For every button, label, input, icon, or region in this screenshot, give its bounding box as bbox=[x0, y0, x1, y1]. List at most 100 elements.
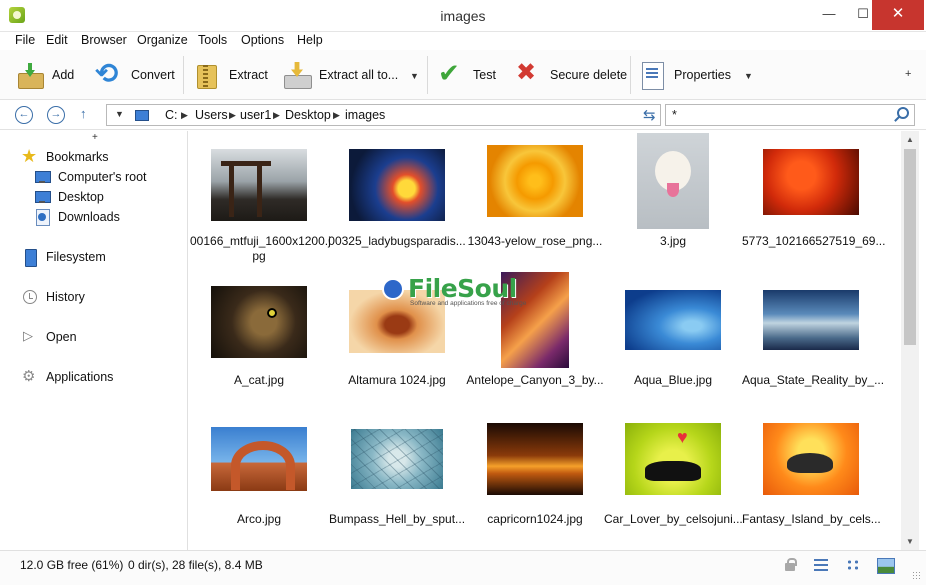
thumbnail-image bbox=[487, 145, 583, 217]
file-item[interactable]: 3.jpg bbox=[604, 131, 742, 271]
secure-delete-label: Secure delete bbox=[550, 68, 628, 82]
filter-input[interactable]: * bbox=[665, 104, 915, 126]
filesoul-watermark: FileSoul Software and applications free … bbox=[382, 274, 542, 307]
desktop-icon bbox=[34, 189, 51, 205]
toolbar-divider bbox=[427, 56, 428, 94]
breadcrumb-drive[interactable]: C: bbox=[165, 108, 178, 122]
file-item[interactable]: 5773_102166527519_69... bbox=[742, 131, 886, 271]
extract-all-button[interactable]: Extract all to... bbox=[283, 58, 398, 92]
file-name: Bumpass_Hell_by_sput... bbox=[328, 512, 466, 526]
breadcrumb-images[interactable]: images bbox=[345, 108, 385, 122]
star-icon bbox=[21, 146, 38, 167]
toolbar-more-button[interactable]: + bbox=[905, 68, 911, 80]
file-name: 00166_mtfuji_1600x1200.j pg bbox=[190, 234, 331, 263]
sidebar-expand-button[interactable]: + bbox=[92, 132, 98, 143]
convert-button[interactable]: Convert bbox=[95, 57, 175, 92]
menu-file[interactable]: File bbox=[15, 33, 35, 47]
path-history-dropdown-icon[interactable]: ▼ bbox=[115, 109, 124, 119]
sidebar-item-applications[interactable]: Applications bbox=[22, 367, 113, 385]
extract-button[interactable]: Extract bbox=[193, 58, 268, 92]
open-triangle-icon bbox=[22, 328, 38, 345]
sidebar-item-computers-root[interactable]: Computer's root bbox=[34, 169, 147, 185]
menu-options[interactable]: Options bbox=[241, 33, 284, 47]
add-button[interactable]: Add bbox=[16, 58, 74, 92]
sidebar-item-label: Open bbox=[46, 330, 77, 344]
thumbnail-image bbox=[349, 149, 445, 221]
sidebar-item-label: Filesystem bbox=[46, 250, 106, 264]
file-item[interactable]: A_cat.jpg bbox=[190, 271, 328, 411]
sidebar-item-history[interactable]: History bbox=[22, 289, 85, 305]
watermark-text: FileSoul bbox=[408, 274, 517, 303]
up-arrow-icon[interactable]: ↑ bbox=[80, 106, 87, 121]
file-item[interactable]: Car_Lover_by_celsojuni... bbox=[604, 411, 743, 551]
zip-folder-icon bbox=[193, 61, 221, 89]
menu-edit[interactable]: Edit bbox=[46, 33, 68, 47]
sidebar-item-filesystem[interactable]: Filesystem bbox=[22, 249, 106, 267]
address-bar: ← → ↑ ▼ C: ▶ Users ▶ user1 ▶ Desktop ▶ i… bbox=[0, 100, 926, 130]
properties-dropdown-icon[interactable]: ▼ bbox=[744, 71, 753, 81]
toolbar-divider bbox=[183, 56, 184, 94]
secure-delete-button[interactable]: Secure delete bbox=[514, 58, 627, 92]
navigation-sidebar: + Bookmarks Computer's root Desktop Down… bbox=[0, 131, 188, 550]
file-item[interactable]: 00325_ladybugsparadis... bbox=[328, 131, 466, 271]
sidebar-item-downloads[interactable]: Downloads bbox=[34, 209, 120, 226]
thumbnail-view-icon[interactable] bbox=[877, 558, 895, 574]
file-item[interactable]: Aqua_State_Reality_by_... bbox=[742, 271, 884, 411]
menu-help[interactable]: Help bbox=[297, 33, 323, 47]
menu-organize[interactable]: Organize bbox=[137, 33, 188, 47]
path-field[interactable]: ▼ C: ▶ Users ▶ user1 ▶ Desktop ▶ images … bbox=[106, 104, 661, 126]
extract-all-dropdown-icon[interactable]: ▼ bbox=[410, 71, 419, 81]
file-name: Car_Lover_by_celsojuni... bbox=[604, 512, 743, 526]
file-item[interactable]: Aqua_Blue.jpg bbox=[604, 271, 742, 411]
delete-x-icon bbox=[514, 58, 542, 89]
vertical-scrollbar[interactable]: ▲ ▼ bbox=[901, 131, 919, 550]
sidebar-item-open[interactable]: Open bbox=[22, 328, 77, 345]
thumbnail-image bbox=[211, 286, 307, 358]
search-icon[interactable] bbox=[897, 107, 909, 119]
sidebar-item-label: Bookmarks bbox=[46, 150, 109, 164]
downloads-icon bbox=[34, 209, 50, 226]
scrollbar-thumb[interactable] bbox=[904, 149, 916, 345]
sidebar-item-bookmarks[interactable]: Bookmarks bbox=[21, 146, 109, 167]
back-arrow-icon[interactable]: ← bbox=[15, 106, 33, 124]
filesystem-icon bbox=[22, 249, 38, 267]
scroll-up-arrow-icon[interactable]: ▲ bbox=[901, 135, 919, 144]
thumbnail-image bbox=[763, 423, 859, 495]
properties-button[interactable]: Properties bbox=[638, 58, 731, 92]
file-item[interactable]: Bumpass_Hell_by_sput... bbox=[328, 411, 466, 551]
close-button[interactable]: ✕ bbox=[872, 0, 924, 30]
resize-grip[interactable] bbox=[912, 571, 922, 581]
breadcrumb-user1[interactable]: user1 bbox=[240, 108, 271, 122]
grid-view-icon[interactable] bbox=[845, 558, 861, 572]
file-name: 5773_102166527519_69... bbox=[742, 234, 886, 248]
file-item[interactable]: Arco.jpg bbox=[190, 411, 328, 551]
file-item[interactable]: 13043-yelow_rose_png... bbox=[466, 131, 604, 271]
forward-arrow-icon[interactable]: → bbox=[47, 106, 65, 124]
filter-value: * bbox=[672, 108, 677, 122]
test-button[interactable]: Test bbox=[437, 58, 496, 92]
checkmark-icon bbox=[437, 58, 465, 89]
file-name: Aqua_Blue.jpg bbox=[633, 373, 713, 387]
file-name: Antelope_Canyon_3_by... bbox=[466, 373, 604, 387]
menu-browser[interactable]: Browser bbox=[81, 33, 127, 47]
sidebar-item-desktop[interactable]: Desktop bbox=[34, 189, 104, 205]
file-name: 3.jpg bbox=[659, 234, 687, 248]
breadcrumb-users[interactable]: Users bbox=[195, 108, 228, 122]
menu-bar: File Edit Browser Organize Tools Options… bbox=[0, 32, 926, 50]
extract-label: Extract bbox=[229, 68, 268, 82]
list-view-icon[interactable] bbox=[813, 558, 829, 572]
thumbnail-image bbox=[763, 290, 859, 350]
thumbnail-image bbox=[351, 429, 443, 489]
refresh-icon[interactable]: ⇆ bbox=[643, 106, 656, 124]
file-item[interactable]: capricorn1024.jpg bbox=[466, 411, 604, 551]
free-space-status: 12.0 GB free (61%) bbox=[20, 558, 124, 572]
properties-label: Properties bbox=[674, 68, 731, 82]
extract-all-label: Extract all to... bbox=[319, 68, 399, 82]
file-item[interactable]: 00166_mtfuji_1600x1200.j pg bbox=[190, 131, 331, 271]
lock-icon[interactable] bbox=[782, 558, 798, 572]
breadcrumb-desktop[interactable]: Desktop bbox=[285, 108, 331, 122]
file-item[interactable]: Fantasy_Island_by_cels... bbox=[742, 411, 881, 551]
scroll-down-arrow-icon[interactable]: ▼ bbox=[901, 537, 919, 546]
menu-tools[interactable]: Tools bbox=[198, 33, 227, 47]
minimize-button[interactable]: — bbox=[812, 0, 846, 30]
